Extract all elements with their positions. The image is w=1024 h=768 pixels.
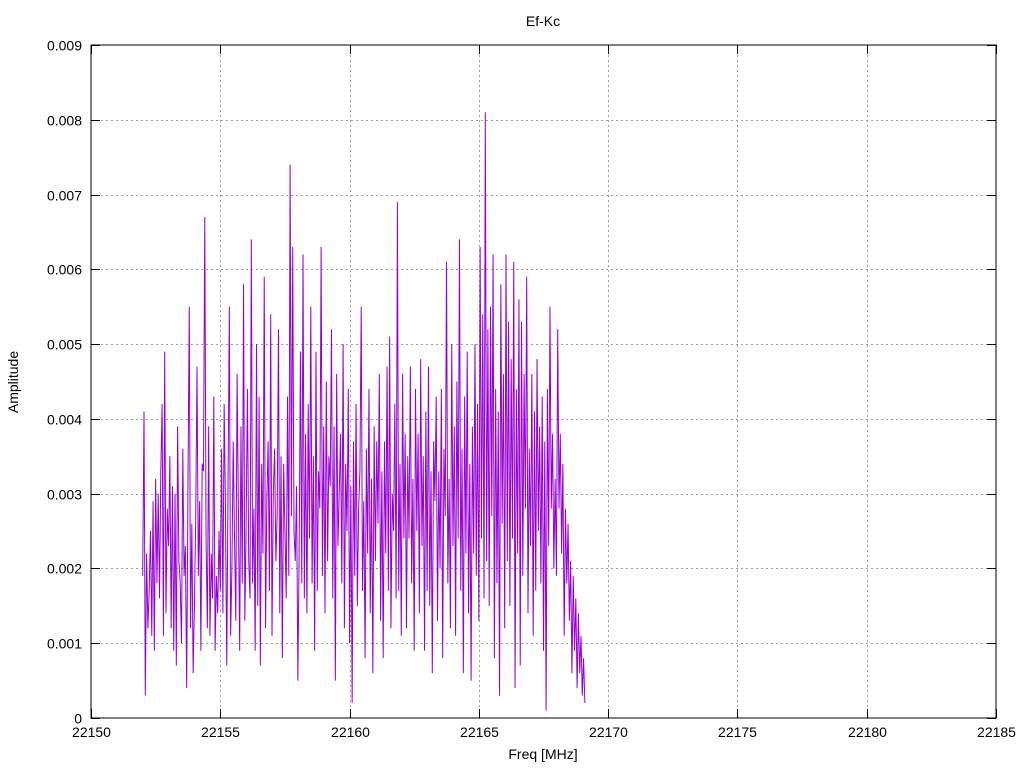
y-tick-label: 0.006 — [47, 262, 82, 278]
x-tick-label: 22165 — [460, 724, 499, 740]
y-tick-label: 0.002 — [47, 561, 82, 577]
y-tick-label: 0.001 — [47, 636, 82, 652]
y-tick-label: 0.008 — [47, 113, 82, 129]
x-tick-label: 22155 — [201, 724, 240, 740]
x-tick-label: 22170 — [589, 724, 628, 740]
x-axis-label: Freq [MHz] — [508, 746, 577, 762]
x-tick-label: 22180 — [848, 724, 887, 740]
y-axis-label: Amplitude — [5, 351, 21, 413]
chart-background — [0, 0, 1024, 768]
x-tick-label: 22160 — [331, 724, 370, 740]
y-tick-label: 0.003 — [47, 487, 82, 503]
y-tick-label: 0.007 — [47, 188, 82, 204]
y-tick-label: 0.005 — [47, 337, 82, 353]
spectrum-chart: 00.0010.0020.0030.0040.0050.0060.0070.00… — [0, 0, 1024, 768]
y-tick-label: 0.004 — [47, 412, 82, 428]
x-tick-label: 22185 — [977, 724, 1016, 740]
y-tick-label: 0.009 — [47, 38, 82, 54]
x-tick-label: 22175 — [718, 724, 757, 740]
x-tick-label: 22150 — [72, 724, 111, 740]
chart-title: Ef-Kc — [526, 13, 560, 29]
